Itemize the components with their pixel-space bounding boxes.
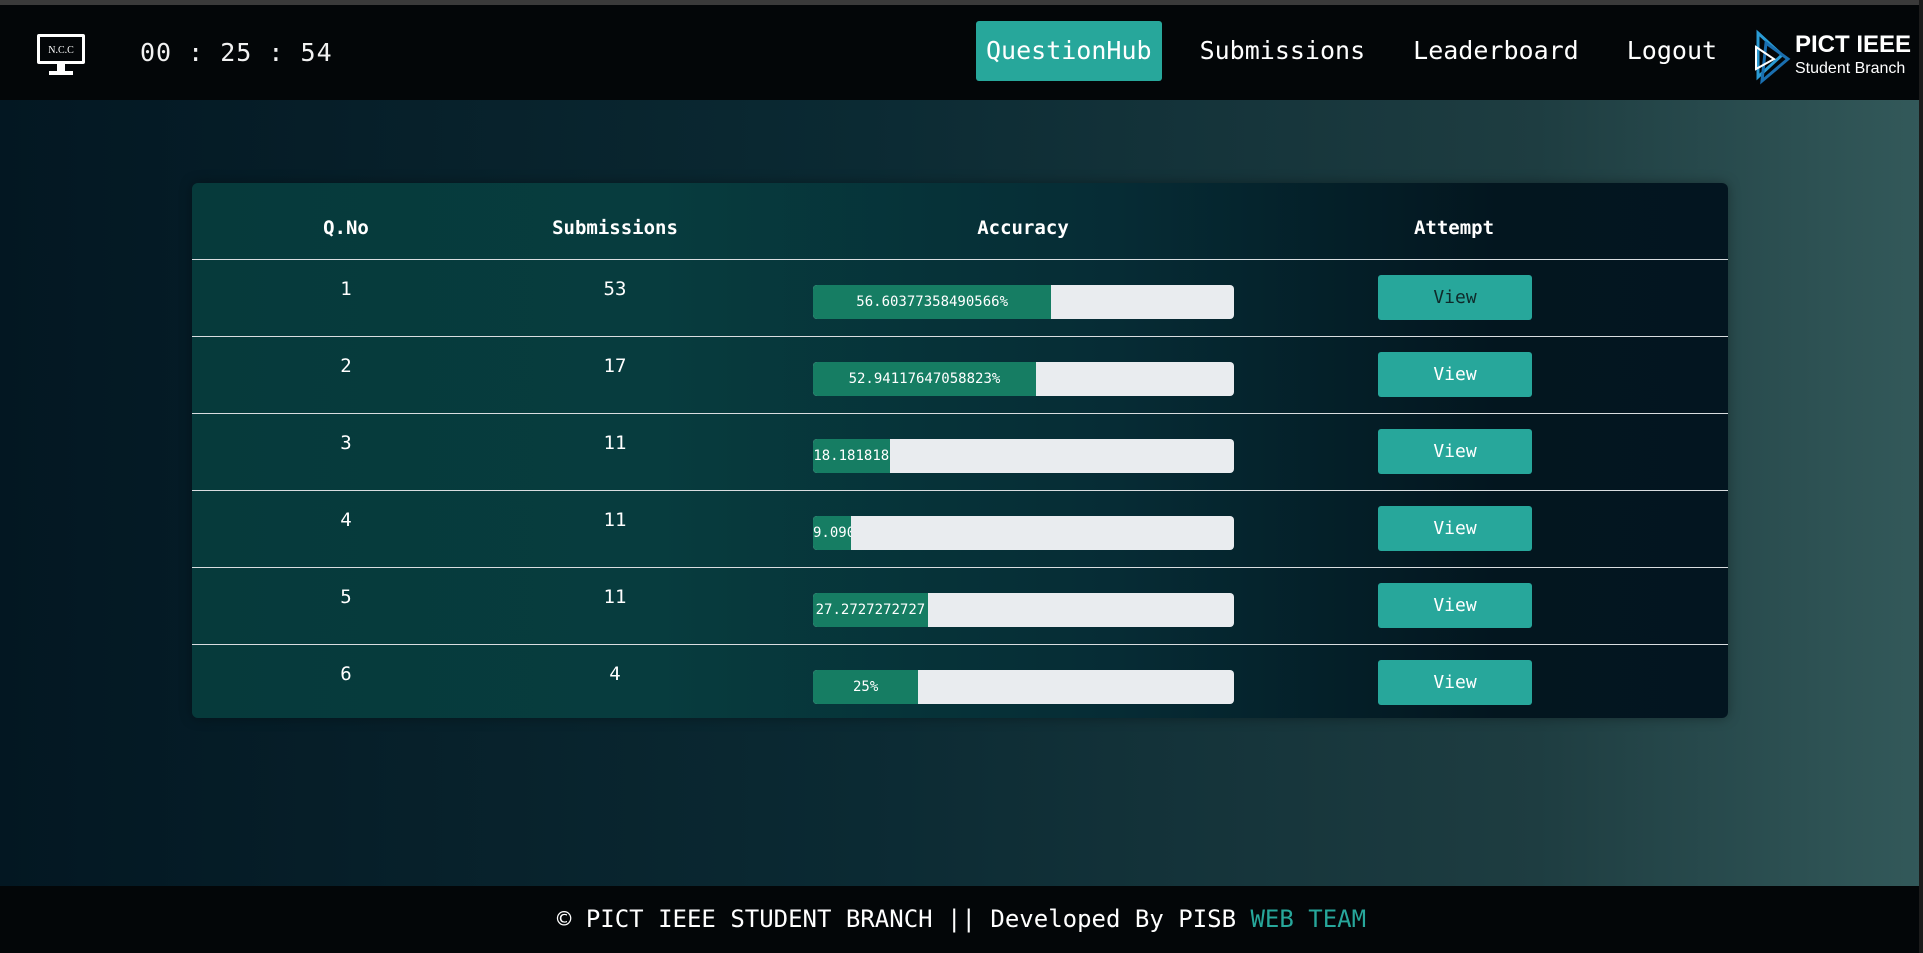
nav-submissions[interactable]: Submissions xyxy=(1190,21,1376,81)
accuracy-bar: 25% xyxy=(813,670,1234,704)
footer: © PICT IEEE STUDENT BRANCH || Developed … xyxy=(0,886,1923,953)
question-number: 3 xyxy=(340,432,352,454)
view-button[interactable]: View xyxy=(1378,429,1532,474)
accuracy-bar: 52.94117647058823% xyxy=(813,362,1234,396)
accuracy-fill: 52.94117647058823% xyxy=(813,362,1036,396)
accuracy-fill: 56.60377358490566% xyxy=(813,285,1052,319)
window-right-border xyxy=(1919,0,1923,953)
table-header: Q.No Submissions Accuracy Attempt xyxy=(192,183,1728,260)
accuracy-fill: 9.090 xyxy=(813,516,852,550)
ieee-triangle-icon xyxy=(1755,29,1791,85)
table-row: 2 17 52.94117647058823% View xyxy=(192,337,1728,414)
accuracy-bar: 27.2727272727 xyxy=(813,593,1234,627)
countdown-timer: 00 : 25 : 54 xyxy=(140,38,333,67)
submission-count: 4 xyxy=(609,663,621,685)
submission-count: 53 xyxy=(603,278,627,300)
view-button[interactable]: View xyxy=(1378,583,1532,628)
table-row: 6 4 25% View xyxy=(192,645,1728,718)
question-number: 1 xyxy=(340,278,352,300)
nav-leaderboard[interactable]: Leaderboard xyxy=(1403,21,1589,81)
svg-text:N.C.C: N.C.C xyxy=(48,45,74,56)
table-row: 1 53 56.60377358490566% View xyxy=(192,260,1728,337)
question-number: 4 xyxy=(340,509,352,531)
brand-title: PICT IEEE xyxy=(1795,31,1912,58)
footer-web-team-link[interactable]: WEB TEAM xyxy=(1250,905,1366,933)
table-row: 5 11 27.2727272727 View xyxy=(192,568,1728,645)
top-navbar: N.C.C 00 : 25 : 54 QuestionHub Submissio… xyxy=(0,5,1923,100)
table-row: 4 11 9.090 View xyxy=(192,491,1728,568)
view-button[interactable]: View xyxy=(1378,275,1532,320)
pict-ieee-logo: PICT IEEE Student Branch xyxy=(1752,29,1912,85)
nav-links: QuestionHub Submissions Leaderboard Logo… xyxy=(976,21,1755,81)
main-content: Q.No Submissions Accuracy Attempt 1 53 5… xyxy=(0,100,1923,886)
brand-subtitle: Student Branch xyxy=(1795,60,1906,77)
question-number: 2 xyxy=(340,355,352,377)
submission-count: 11 xyxy=(603,432,627,454)
accuracy-fill: 25% xyxy=(813,670,919,704)
accuracy-fill: 18.181818 xyxy=(813,439,890,473)
header-qno: Q.No xyxy=(323,217,369,239)
table-row: 3 11 18.181818 View xyxy=(192,414,1728,491)
accuracy-bar: 9.090 xyxy=(813,516,1234,550)
submission-count: 17 xyxy=(603,355,627,377)
submission-count: 11 xyxy=(603,509,627,531)
question-number: 6 xyxy=(340,663,352,685)
submission-count: 11 xyxy=(603,586,627,608)
question-number: 5 xyxy=(340,586,352,608)
questions-table: Q.No Submissions Accuracy Attempt 1 53 5… xyxy=(192,183,1728,718)
nav-logout[interactable]: Logout xyxy=(1617,21,1727,81)
header-submissions: Submissions xyxy=(552,217,678,239)
header-attempt: Attempt xyxy=(1413,217,1495,239)
accuracy-fill: 27.2727272727 xyxy=(813,593,928,627)
nav-questionhub[interactable]: QuestionHub xyxy=(976,21,1162,81)
monitor-logo-icon: N.C.C xyxy=(37,34,85,75)
view-button[interactable]: View xyxy=(1378,352,1532,397)
view-button[interactable]: View xyxy=(1378,506,1532,551)
accuracy-bar: 18.181818 xyxy=(813,439,1234,473)
view-button[interactable]: View xyxy=(1378,660,1532,705)
footer-copyright: © PICT IEEE STUDENT BRANCH || Developed … xyxy=(556,905,1251,933)
accuracy-bar: 56.60377358490566% xyxy=(813,285,1234,319)
header-accuracy: Accuracy xyxy=(977,217,1069,239)
